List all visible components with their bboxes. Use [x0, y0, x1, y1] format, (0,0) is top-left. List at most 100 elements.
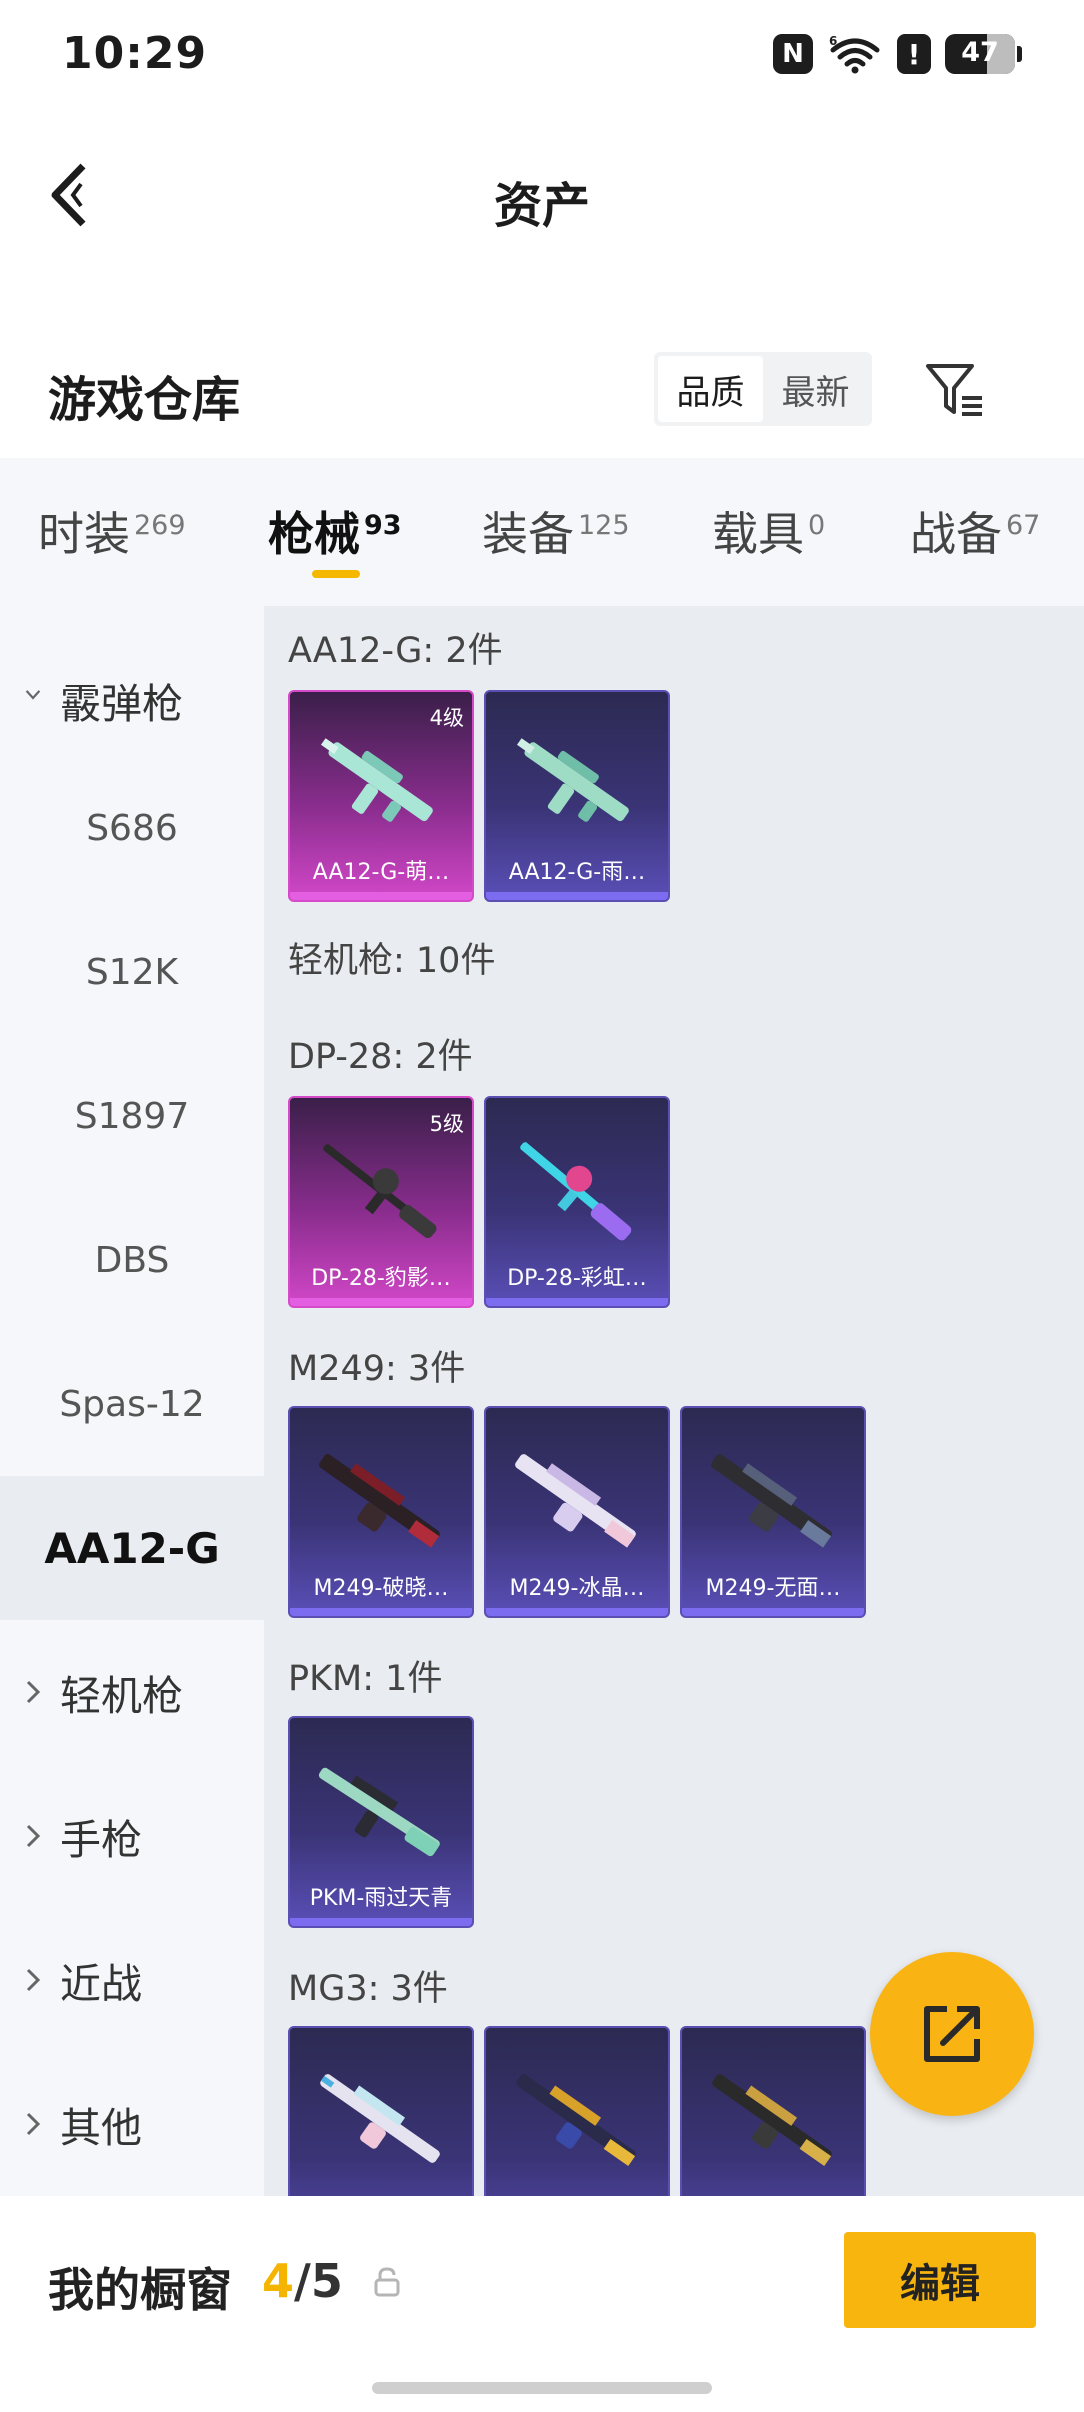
machine-gun-icon	[520, 1142, 632, 1241]
tab-fashion[interactable]: 时装 269	[38, 498, 186, 564]
showcase-separator: /	[294, 2254, 311, 2308]
sidebar-group-label: 近战	[60, 1960, 142, 2008]
showcase-current: 4	[262, 2254, 295, 2308]
tab-equipment[interactable]: 装备 125	[482, 498, 630, 564]
machine-gun-icon	[318, 1767, 440, 1857]
item-card[interactable]: PKM-雨过天青	[288, 1716, 474, 1928]
section-label: PKM: 1件	[288, 1659, 443, 1699]
item-card[interactable]	[288, 2026, 474, 2196]
machine-gun-icon	[323, 1144, 437, 1239]
showcase-bar: 我的橱窗 4/5 编辑	[0, 2196, 1084, 2412]
sidebar-group-label: 轻机枪	[60, 1672, 183, 1720]
machine-gun-icon	[515, 1454, 636, 1548]
tab-firearms[interactable]: 枪械 93	[268, 498, 402, 564]
rifle-icon	[320, 738, 433, 822]
status-icons: N 6 ! 47	[773, 32, 1022, 76]
item-card[interactable]: AA12-G-雨…	[484, 690, 670, 902]
section-label: 轻机枪: 10件	[288, 941, 496, 981]
chevron-right-icon	[26, 1968, 41, 1992]
tab-label: 时装	[38, 507, 130, 561]
tab-vehicles[interactable]: 载具 0	[712, 498, 825, 564]
sort-quality-button[interactable]: 品质	[658, 356, 763, 422]
nfc-icon: N	[773, 34, 813, 74]
sidebar-item-dbs[interactable]: DBS	[0, 1188, 264, 1332]
showcase-max: 5	[310, 2254, 343, 2308]
card-name: DP-28-彩虹…	[507, 1266, 647, 1291]
sidebar-item-s12k[interactable]: S12K	[0, 900, 264, 1044]
status-time: 10:29	[62, 28, 208, 79]
tab-count: 93	[364, 509, 402, 541]
status-bar: 10:29 N 6 ! 47	[0, 0, 1084, 110]
home-indicator[interactable]	[372, 2382, 712, 2394]
item-card[interactable]	[484, 2026, 670, 2196]
chevron-right-icon	[26, 1824, 41, 1848]
filter-icon	[926, 364, 982, 416]
machine-gun-icon	[711, 1454, 832, 1548]
card-name: AA12-G-萌…	[312, 860, 450, 885]
item-card[interactable]: 5级 DP-28-豹影…	[288, 1096, 474, 1308]
svg-text:6: 6	[829, 34, 837, 48]
card-level: 5级	[429, 1112, 464, 1136]
item-card[interactable]	[680, 2026, 866, 2196]
share-button[interactable]	[870, 1952, 1034, 2116]
warehouse-header: 游戏仓库 品质 最新	[0, 340, 1084, 450]
warehouse-title: 游戏仓库	[48, 372, 241, 428]
filter-button[interactable]	[920, 354, 990, 424]
lock-icon	[374, 2267, 400, 2297]
item-card[interactable]: M249-冰晶…	[484, 1406, 670, 1618]
alert-icon: !	[897, 34, 931, 74]
sidebar-group-other[interactable]: 其他	[0, 2052, 264, 2196]
sidebar-group-shotgun[interactable]: 霰弹枪	[0, 628, 264, 772]
tab-label: 载具	[712, 507, 804, 561]
chevron-right-icon	[26, 2112, 41, 2136]
category-tabs: 时装 269 枪械 93 装备 125 载具 0 战备 67	[0, 458, 1084, 606]
section-label: MG3: 3件	[288, 1969, 448, 2009]
sidebar-group-pistol[interactable]: 手枪	[0, 1764, 264, 1908]
sidebar-item-spas12[interactable]: Spas-12	[0, 1332, 264, 1476]
tab-count: 0	[808, 509, 826, 541]
item-card[interactable]: DP-28-彩虹…	[484, 1096, 670, 1308]
card-name: AA12-G-雨…	[508, 860, 646, 885]
card-name: DP-28-豹影…	[311, 1266, 451, 1291]
battery-icon: 47	[945, 34, 1022, 74]
tab-label: 战备	[910, 507, 1002, 561]
chevron-down-icon	[25, 690, 41, 700]
item-card[interactable]: 4级 AA12-G-萌…	[288, 690, 474, 902]
sidebar-group-lmg[interactable]: 轻机枪	[0, 1620, 264, 1764]
sidebar-group-label: 手枪	[60, 1816, 142, 1864]
tab-label: 装备	[482, 507, 574, 561]
tab-gear[interactable]: 战备 67	[910, 498, 1040, 564]
showcase-label: 我的橱窗	[48, 2263, 232, 2317]
section-label: M249: 3件	[288, 1349, 466, 1389]
machine-gun-icon	[712, 2074, 832, 2167]
machine-gun-icon	[516, 2074, 636, 2167]
sidebar-group-label: 霰弹枪	[60, 680, 183, 728]
active-tab-indicator	[312, 570, 360, 578]
card-name: M249-冰晶…	[509, 1576, 645, 1601]
battery-level: 47	[961, 37, 999, 68]
page-title: 资产	[493, 178, 590, 234]
rifle-icon	[516, 738, 629, 822]
wifi-icon: 6	[827, 34, 883, 74]
sidebar-group-melee[interactable]: 近战	[0, 1908, 264, 2052]
section-label: DP-28: 2件	[288, 1037, 473, 1077]
weapon-category-sidebar: 霰弹枪 S686 S12K S1897 DBS Spas-12 AA12-G 轻…	[0, 606, 264, 2196]
sort-newest-button[interactable]: 最新	[763, 356, 868, 422]
tab-count: 269	[134, 509, 186, 541]
chevron-right-icon	[26, 1680, 41, 1704]
section-label: AA12-G: 2件	[288, 631, 503, 671]
sidebar-item-s686[interactable]: S686	[0, 756, 264, 900]
card-name: M249-破晓…	[313, 1576, 449, 1601]
machine-gun-icon	[320, 2074, 440, 2163]
card-level: 4级	[429, 706, 464, 730]
sidebar-item-aa12g[interactable]: AA12-G	[0, 1476, 264, 1620]
share-icon	[924, 2006, 980, 2062]
edit-button[interactable]: 编辑	[844, 2232, 1036, 2328]
card-name: PKM-雨过天青	[309, 1886, 453, 1911]
tab-count: 67	[1006, 509, 1041, 541]
item-card[interactable]: M249-破晓…	[288, 1406, 474, 1618]
tab-label: 枪械	[268, 507, 360, 561]
item-card[interactable]: M249-无面…	[680, 1406, 866, 1618]
sidebar-item-s1897[interactable]: S1897	[0, 1044, 264, 1188]
sidebar-group-label: 其他	[60, 2104, 142, 2152]
